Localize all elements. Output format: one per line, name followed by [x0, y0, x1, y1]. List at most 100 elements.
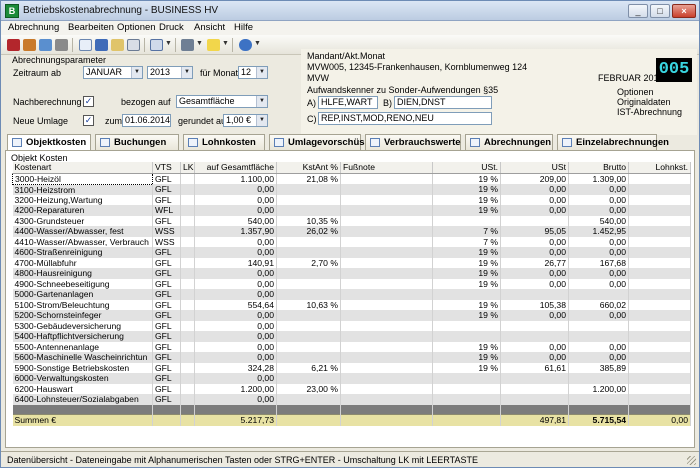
- tab-buchungen[interactable]: Buchungen: [95, 134, 179, 150]
- table-row[interactable]: 4400-Wasser/Abwasser, fest WSS 1.357,90 26,…: [12, 226, 691, 237]
- cell-vts[interactable]: GFL: [152, 194, 181, 205]
- cell-lohnkst[interactable]: [628, 268, 691, 279]
- chevron-down-icon[interactable]: ▼: [131, 67, 142, 78]
- cell-kostenart[interactable]: 5500-Antennenanlage: [12, 341, 153, 352]
- cell-gesamtflaeche[interactable]: 1.100,00: [194, 173, 277, 184]
- cell-brutto[interactable]: [568, 404, 629, 415]
- cell-vts[interactable]: GFL: [152, 383, 181, 394]
- cell-fussnote[interactable]: [340, 184, 433, 195]
- cell-kostenart[interactable]: 4410-Wasser/Abwasser, Verbrauch: [12, 236, 153, 247]
- cell-vts[interactable]: GFL: [152, 268, 181, 279]
- cell-vts[interactable]: GFL: [152, 310, 181, 321]
- cell-vts[interactable]: GFL: [152, 373, 181, 384]
- cell-lohnkst[interactable]: [628, 205, 691, 216]
- cell-lohnkst[interactable]: [628, 278, 691, 289]
- cell-fussnote[interactable]: [340, 268, 433, 279]
- cell-fussnote[interactable]: [340, 278, 433, 289]
- cell-ust[interactable]: 0,00: [500, 310, 569, 321]
- note-icon[interactable]: [207, 39, 220, 51]
- cell-ust-satz[interactable]: [432, 320, 501, 331]
- cell-brutto[interactable]: [568, 331, 629, 342]
- cell-kostenart[interactable]: 3100-Heizstrom: [12, 184, 153, 195]
- cell-ust[interactable]: [500, 373, 569, 384]
- cell-ust-satz[interactable]: [432, 373, 501, 384]
- column-header-lk[interactable]: LK: [180, 162, 195, 174]
- cell-ust-satz[interactable]: [432, 331, 501, 342]
- cell-ust[interactable]: 26,77: [500, 257, 569, 268]
- table-row[interactable]: 3200-Heizung,Wartung GFL 0,00 19 % 0,00 0,00: [12, 194, 691, 205]
- cell-kostenart[interactable]: 3000-Heizöl: [12, 172, 153, 185]
- cell-kostenart[interactable]: 4700-Müllabfuhr: [12, 257, 153, 268]
- cell-vts[interactable]: [152, 414, 181, 426]
- cell-lk[interactable]: [180, 236, 195, 247]
- cell-lohnkst[interactable]: [628, 341, 691, 352]
- aufwand-c-field[interactable]: REP,INST,MOD,RENO,NEU: [318, 112, 492, 125]
- cell-ust-satz[interactable]: 19 %: [432, 299, 501, 310]
- cell-gesamtflaeche[interactable]: 0,00: [194, 205, 277, 216]
- cell-lk[interactable]: [180, 352, 195, 363]
- chevron-down-icon[interactable]: ▼: [254, 40, 261, 47]
- cell-brutto[interactable]: [568, 373, 629, 384]
- cell-lohnkst[interactable]: [628, 373, 691, 384]
- cell-brutto[interactable]: 0,00: [568, 341, 629, 352]
- cell-ust-satz[interactable]: [432, 289, 501, 300]
- cell-gesamtflaeche[interactable]: 0,00: [194, 394, 277, 405]
- cell-brutto[interactable]: 0,00: [568, 310, 629, 321]
- table-row[interactable]: 3000-Heizöl GFL 1.100,00 21,08 % 19 % 209,00 1…: [12, 172, 691, 185]
- chevron-down-icon[interactable]: ▼: [256, 67, 267, 78]
- cell-fussnote[interactable]: [340, 404, 433, 415]
- cell-ust[interactable]: 0,00: [500, 247, 569, 258]
- cell-kstant[interactable]: 6,21 %: [276, 362, 341, 373]
- cell-ust[interactable]: 0,00: [500, 352, 569, 363]
- column-header-ust-satz[interactable]: USt.: [432, 162, 501, 174]
- cell-ust-satz[interactable]: 19 %: [432, 352, 501, 363]
- date-field[interactable]: 01.06.2014: [122, 114, 171, 127]
- chevron-down-icon[interactable]: ▼: [181, 67, 192, 78]
- table-row[interactable]: 4800-Hausreinigung GFL 0,00 19 % 0,00 0,00: [12, 268, 691, 279]
- table-row[interactable]: 5500-Antennenanlage GFL 0,00 19 % 0,00 0,00: [12, 341, 691, 352]
- cell-lohnkst[interactable]: [628, 289, 691, 300]
- cell-kostenart[interactable]: 4600-Straßenreinigung: [12, 247, 153, 258]
- table-row[interactable]: 5600-Maschinelle Wascheinrichtun GFL 0,00 1…: [12, 352, 691, 363]
- cell-gesamtflaeche[interactable]: 0,00: [194, 236, 277, 247]
- cell-kstant[interactable]: [276, 247, 341, 258]
- cell-vts[interactable]: GFL: [152, 184, 181, 195]
- cell-ust[interactable]: [500, 320, 569, 331]
- rounding-select[interactable]: 1,00 € ▼: [223, 114, 268, 127]
- cell-vts[interactable]: GFL: [152, 215, 181, 226]
- cell-lk[interactable]: [180, 268, 195, 279]
- maximize-button[interactable]: □: [650, 4, 670, 18]
- paste-icon[interactable]: [111, 39, 124, 51]
- cell-brutto[interactable]: 167,68: [568, 257, 629, 268]
- column-header-ust[interactable]: USt: [500, 162, 569, 174]
- aufwand-b-field[interactable]: DIEN,DNST: [394, 96, 492, 109]
- months-select[interactable]: 12 ▼: [238, 66, 268, 79]
- cell-ust[interactable]: [500, 404, 569, 415]
- menu-optionen[interactable]: Optionen: [117, 22, 156, 33]
- cell-fussnote[interactable]: [340, 226, 433, 237]
- cell-kostenart[interactable]: 5000-Gartenanlagen: [12, 289, 153, 300]
- cell-vts[interactable]: GFL: [152, 331, 181, 342]
- cut-icon[interactable]: [79, 39, 92, 51]
- cell-brutto[interactable]: 5.715,54: [568, 414, 629, 426]
- cell-fussnote[interactable]: [340, 173, 433, 184]
- cell-ust-satz[interactable]: 19 %: [432, 268, 501, 279]
- table-row[interactable]: 6400-Lohnsteuer/Sozialabgaben GFL 0,00: [12, 394, 691, 405]
- nachberechnung-checkbox[interactable]: ✓: [83, 96, 94, 107]
- cell-ust-satz[interactable]: 19 %: [432, 257, 501, 268]
- cell-ust-satz[interactable]: [432, 215, 501, 226]
- table-row[interactable]: 5000-Gartenanlagen GFL 0,00: [12, 289, 691, 300]
- cell-ust[interactable]: 0,00: [500, 184, 569, 195]
- cell-fussnote[interactable]: [340, 362, 433, 373]
- cell-kstant[interactable]: [276, 278, 341, 289]
- cell-kostenart[interactable]: 5600-Maschinelle Wascheinrichtun: [12, 352, 153, 363]
- cell-brutto[interactable]: [568, 289, 629, 300]
- cell-brutto[interactable]: 1.200,00: [568, 383, 629, 394]
- cell-vts[interactable]: GFL: [152, 341, 181, 352]
- cell-kostenart[interactable]: 5900-Sonstige Betriebskosten: [12, 362, 153, 373]
- cell-vts[interactable]: GFL: [152, 257, 181, 268]
- cell-kostenart[interactable]: [12, 404, 153, 415]
- table-row[interactable]: 4700-Müllabfuhr GFL 140,91 2,70 % 19 % 26,77 1…: [12, 257, 691, 268]
- cell-gesamtflaeche[interactable]: 540,00: [194, 215, 277, 226]
- cell-ust-satz[interactable]: 19 %: [432, 362, 501, 373]
